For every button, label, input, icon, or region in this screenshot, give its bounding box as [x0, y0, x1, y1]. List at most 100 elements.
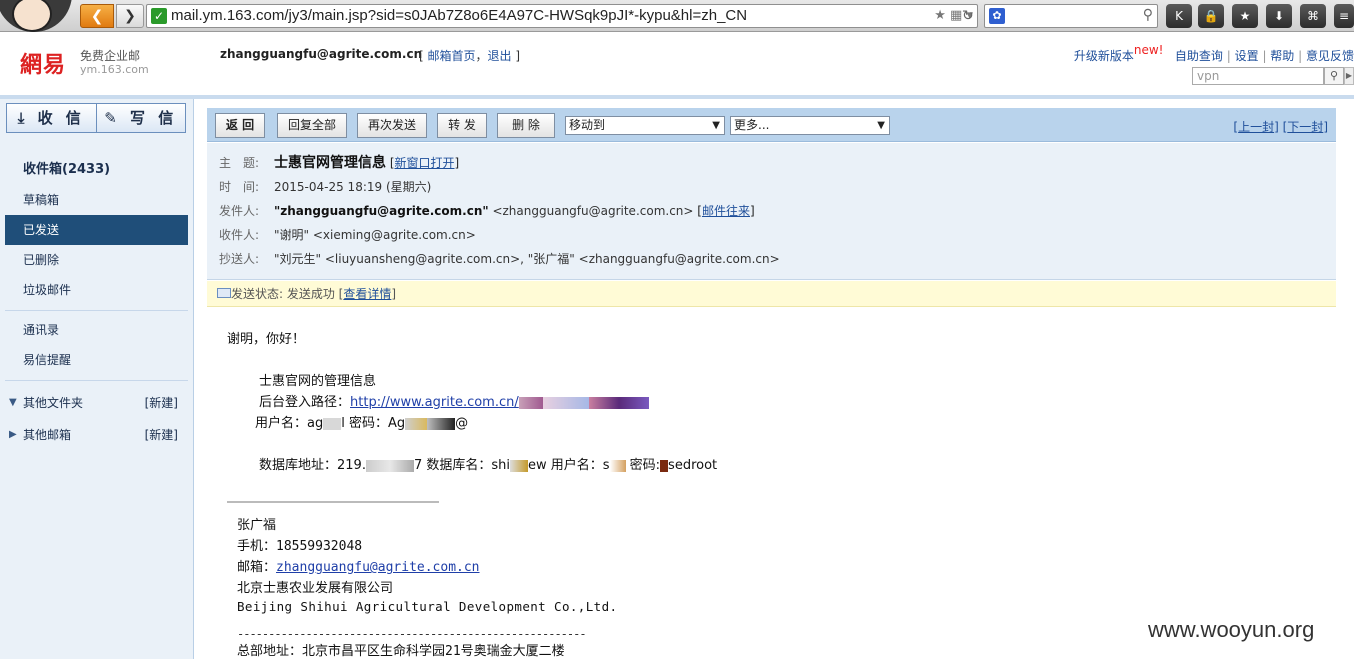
- mail-history-link[interactable]: 邮件往来: [702, 204, 750, 218]
- sidebar-item-yixin[interactable]: 易信提醒: [5, 345, 188, 375]
- reply-all-button[interactable]: 回复全部: [277, 113, 347, 138]
- logo-subtitle: 免费企业邮: [80, 49, 141, 63]
- browser-back-button[interactable]: ❮: [80, 4, 114, 28]
- time-row: 时 间: 2015-04-25 18:19 (星期六): [219, 180, 432, 194]
- sidebar-item-drafts[interactable]: 草稿箱: [5, 185, 188, 215]
- watermark: www.wooyun.org: [1148, 617, 1315, 642]
- chevron-right-icon: ▶: [9, 429, 17, 440]
- greeting: 谢明，你好！: [227, 332, 306, 347]
- prev-message-link[interactable]: 上一封: [1238, 120, 1274, 134]
- download-icon[interactable]: ⬇: [1266, 4, 1292, 28]
- browser-search-box[interactable]: ✿ ⚲: [984, 4, 1158, 28]
- menu-icon[interactable]: ≡: [1334, 4, 1354, 28]
- sidebar-item-inbox[interactable]: 收件箱(2433): [5, 155, 188, 185]
- sidebar-item-sent[interactable]: 已发送: [5, 215, 188, 245]
- subject: 士惠官网管理信息: [274, 155, 386, 171]
- mail-search-input[interactable]: vpn: [1192, 67, 1324, 85]
- signature-email-link[interactable]: zhangguangfu@agrite.com.cn: [276, 560, 480, 575]
- to-row: 收件人: "谢明" <xieming@agrite.com.cn>: [219, 228, 476, 242]
- logout-link[interactable]: 退出: [488, 49, 512, 63]
- body-line-1: 士惠官网的管理信息: [259, 374, 377, 389]
- receive-button[interactable]: ⤓ 收 信: [6, 103, 97, 133]
- browser-forward-button[interactable]: ❯: [116, 4, 144, 28]
- gamepad-icon[interactable]: ⌘: [1300, 4, 1326, 28]
- message-headers: 主 题: 士惠官网管理信息 [新窗口打开] 时 间: 2015-04-25 18:1…: [207, 143, 1336, 280]
- body-line-4: 数据库地址：219. 7 数据库名：shi ew 用户名：s 密码: sedroot: [259, 458, 718, 473]
- body-line-2: 后台登入路径：http://www.agrite.com.cn/: [259, 391, 649, 410]
- other-folders[interactable]: ▼ 其他文件夹 [新建]: [5, 388, 188, 418]
- secure-check-icon: ✓: [151, 8, 167, 24]
- message-toolbar: 返 回 回复全部 再次发送 转 发 删 除 移动到 ▼ 更多... ▼ [上一封] …: [207, 108, 1336, 142]
- from-name: "zhangguangfu@agrite.com.cn": [274, 204, 489, 218]
- sidebar-item-deleted[interactable]: 已删除: [5, 245, 188, 275]
- compose-buttons: ⤓ 收 信 ✎ 写 信: [6, 103, 186, 133]
- mailbox-home-link[interactable]: 邮箱首页: [428, 49, 476, 63]
- logo-url: ym.163.com: [80, 63, 149, 76]
- tools-list: 通讯录 易信提醒: [5, 315, 188, 375]
- send-status: 发送状态: 发送成功: [231, 287, 335, 301]
- admin-url-link[interactable]: http://www.agrite.com.cn/: [350, 395, 519, 410]
- sidebar-item-spam[interactable]: 垃圾邮件: [5, 275, 188, 305]
- open-new-window-link[interactable]: 新窗口打开: [395, 156, 455, 170]
- resend-button[interactable]: 再次发送: [357, 113, 427, 138]
- signature-name: 张广福: [237, 518, 277, 533]
- help-link[interactable]: 帮助: [1270, 49, 1294, 63]
- netease-logo: 網易: [20, 52, 67, 78]
- url-text: mail.ym.163.com/jy3/main.jsp?sid=s0JAb7Z…: [171, 7, 748, 24]
- new-mailbox-link[interactable]: [新建]: [145, 420, 178, 450]
- extension-k-icon[interactable]: K: [1166, 4, 1192, 28]
- new-folder-link[interactable]: [新建]: [145, 388, 178, 418]
- message-view: 返 回 回复全部 再次发送 转 发 删 除 移动到 ▼ 更多... ▼ [上一封] …: [207, 108, 1336, 659]
- mail-search-icon[interactable]: ⚲: [1324, 67, 1344, 85]
- chevron-down-icon: ▼: [712, 120, 720, 131]
- cc-recipients: "刘元生" <liuyuansheng@agrite.com.cn>, "张广福…: [274, 252, 780, 266]
- signature-mobile: 手机：18559932048: [237, 539, 363, 554]
- body-line-3: 用户名：ag l 密码：Ag @: [255, 416, 469, 431]
- recipients: "谢明" <xieming@agrite.com.cn>: [274, 228, 476, 242]
- sidebar-divider: [5, 310, 188, 311]
- other-mailboxes[interactable]: ▶ 其他邮箱 [新建]: [5, 420, 188, 450]
- back-button[interactable]: 返 回: [215, 113, 265, 138]
- header-scroll-arrow[interactable]: ▶: [1344, 67, 1354, 85]
- folder-list: 收件箱(2433) 草稿箱 已发送 已删除 垃圾邮件: [5, 155, 188, 305]
- sidebar: ⤓ 收 信 ✎ 写 信 收件箱(2433) 草稿箱 已发送 已删除 垃圾邮件 通…: [0, 99, 194, 659]
- address-bar[interactable]: ✓ mail.ym.163.com/jy3/main.jsp?sid=s0JAb…: [146, 4, 978, 28]
- send-status-bar: 发送状态: 发送成功 [查看详情]: [207, 281, 1336, 307]
- signature-company-cn: 北京士惠农业发展有限公司: [237, 581, 394, 596]
- chevron-down-icon: ▼: [9, 397, 17, 408]
- more-select[interactable]: 更多... ▼: [730, 116, 890, 135]
- delete-button[interactable]: 删 除: [497, 113, 555, 138]
- from-row: 发件人: "zhangguangfu@agrite.com.cn" <zhangg…: [219, 204, 755, 218]
- lock-icon[interactable]: 🔒: [1198, 4, 1224, 28]
- envelope-icon: [217, 288, 231, 298]
- move-to-select[interactable]: 移动到 ▼: [565, 116, 725, 135]
- forward-button[interactable]: 转 发: [437, 113, 487, 138]
- subject-row: 主 题: 士惠官网管理信息 [新窗口打开]: [219, 155, 460, 171]
- star-icon[interactable]: ★: [1232, 4, 1258, 28]
- header-divider: [0, 95, 1354, 99]
- sent-time: 2015-04-25 18:19 (星期六): [274, 180, 432, 194]
- profile-avatar[interactable]: [0, 0, 72, 32]
- browser-toolbar: ❮ ❯ ✓ mail.ym.163.com/jy3/main.jsp?sid=s…: [0, 0, 1354, 32]
- signature-address: 总部地址：北京市昌平区生命科学园21号奥瑞金大厦二楼: [237, 644, 565, 659]
- next-message-link[interactable]: 下一封: [1287, 120, 1323, 134]
- new-badge: new!: [1133, 43, 1164, 57]
- signature-email-row: 邮箱：zhangguangfu@agrite.com.cn: [237, 560, 480, 575]
- settings-link[interactable]: 设置: [1235, 49, 1259, 63]
- user-links: [ 邮箱首页，退出 ]: [419, 49, 521, 63]
- sidebar-item-contacts[interactable]: 通讯录: [5, 315, 188, 345]
- sidebar-divider-2: [5, 380, 188, 381]
- signature-company-en: Beijing Shihui Agricultural Development …: [237, 599, 618, 614]
- signature-divider: [227, 501, 439, 503]
- prev-next-links: [上一封] [下一封]: [1233, 120, 1328, 134]
- current-user-email: zhangguangfu@agrite.com.cn: [220, 47, 423, 61]
- search-engine-icon[interactable]: ✿: [989, 8, 1005, 24]
- feedback-link[interactable]: 意见反馈: [1306, 49, 1354, 63]
- view-details-link[interactable]: 查看详情: [343, 287, 391, 301]
- reload-icon[interactable]: ↻: [962, 8, 974, 24]
- search-icon[interactable]: ⚲: [1143, 7, 1153, 23]
- compose-button[interactable]: ✎ 写 信: [96, 103, 186, 133]
- self-help-link[interactable]: 自助查询: [1175, 49, 1223, 63]
- upgrade-link[interactable]: 升级新版本: [1074, 49, 1134, 63]
- signature-dashes: ----------------------------------------…: [237, 627, 587, 641]
